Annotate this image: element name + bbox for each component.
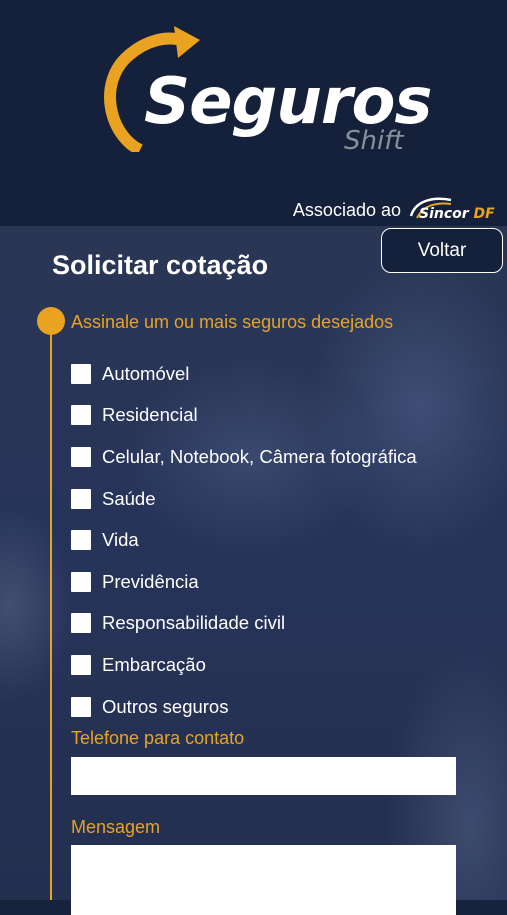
checkbox[interactable] [71, 405, 91, 426]
checkbox[interactable] [71, 613, 91, 634]
checkbox[interactable] [71, 530, 91, 551]
back-button[interactable]: Voltar [381, 228, 503, 273]
timeline-line [50, 320, 52, 900]
logo-subtitle: Shift [344, 126, 404, 156]
timeline-dot [37, 307, 65, 335]
checkbox[interactable] [71, 446, 91, 467]
option-label: Celular, Notebook, Câmera fotográfica [102, 445, 417, 467]
option-embarcacao[interactable]: Embarcação [71, 644, 417, 686]
checkbox[interactable] [71, 488, 91, 509]
option-outros-seguros[interactable]: Outros seguros [71, 686, 417, 728]
message-input[interactable] [71, 845, 456, 915]
sincor-suffix: DF [473, 206, 495, 222]
option-label: Automóvel [102, 362, 190, 384]
insurance-section-label: Assinale um ou mais seguros desejados [71, 312, 394, 332]
page-title: Solicitar cotação [52, 250, 269, 280]
header: Seguros Shift Associado ao Sincor DF [0, 0, 507, 226]
option-label: Responsabilidade civil [102, 612, 286, 634]
phone-input[interactable] [71, 757, 456, 795]
sincor-wordmark: Sincor DF [419, 206, 495, 222]
option-previdencia[interactable]: Previdência [71, 561, 417, 603]
option-label: Saúde [102, 487, 156, 509]
option-label: Embarcação [102, 653, 206, 675]
checkbox[interactable] [71, 363, 91, 384]
logo-wordmark: Seguros [144, 65, 432, 139]
option-saude[interactable]: Saúde [71, 478, 417, 520]
insurance-options-list: Automóvel Residencial Celular, Notebook,… [71, 353, 417, 727]
association-badge: Associado ao Sincor DF [292, 194, 495, 226]
option-label: Vida [102, 529, 139, 551]
sincor-name: Sincor [419, 206, 469, 222]
checkbox[interactable] [71, 571, 91, 592]
option-vida[interactable]: Vida [71, 519, 417, 561]
checkbox[interactable] [71, 696, 91, 717]
message-label: Mensagem [71, 817, 161, 837]
option-label: Outros seguros [102, 695, 229, 717]
seguros-shift-logo[interactable]: Seguros Shift [100, 22, 432, 167]
association-text: Associado ao [292, 199, 401, 220]
option-residencial[interactable]: Residencial [71, 395, 417, 437]
option-responsabilidade-civil[interactable]: Responsabilidade civil [71, 603, 417, 645]
sincor-df-logo[interactable]: Sincor DF [407, 194, 495, 226]
option-label: Residencial [102, 404, 198, 426]
option-automovel[interactable]: Automóvel [71, 353, 417, 395]
option-label: Previdência [102, 570, 199, 592]
phone-label: Telefone para contato [71, 728, 245, 748]
option-celular-notebook-camera[interactable]: Celular, Notebook, Câmera fotográfica [71, 436, 417, 478]
checkbox[interactable] [71, 654, 91, 675]
